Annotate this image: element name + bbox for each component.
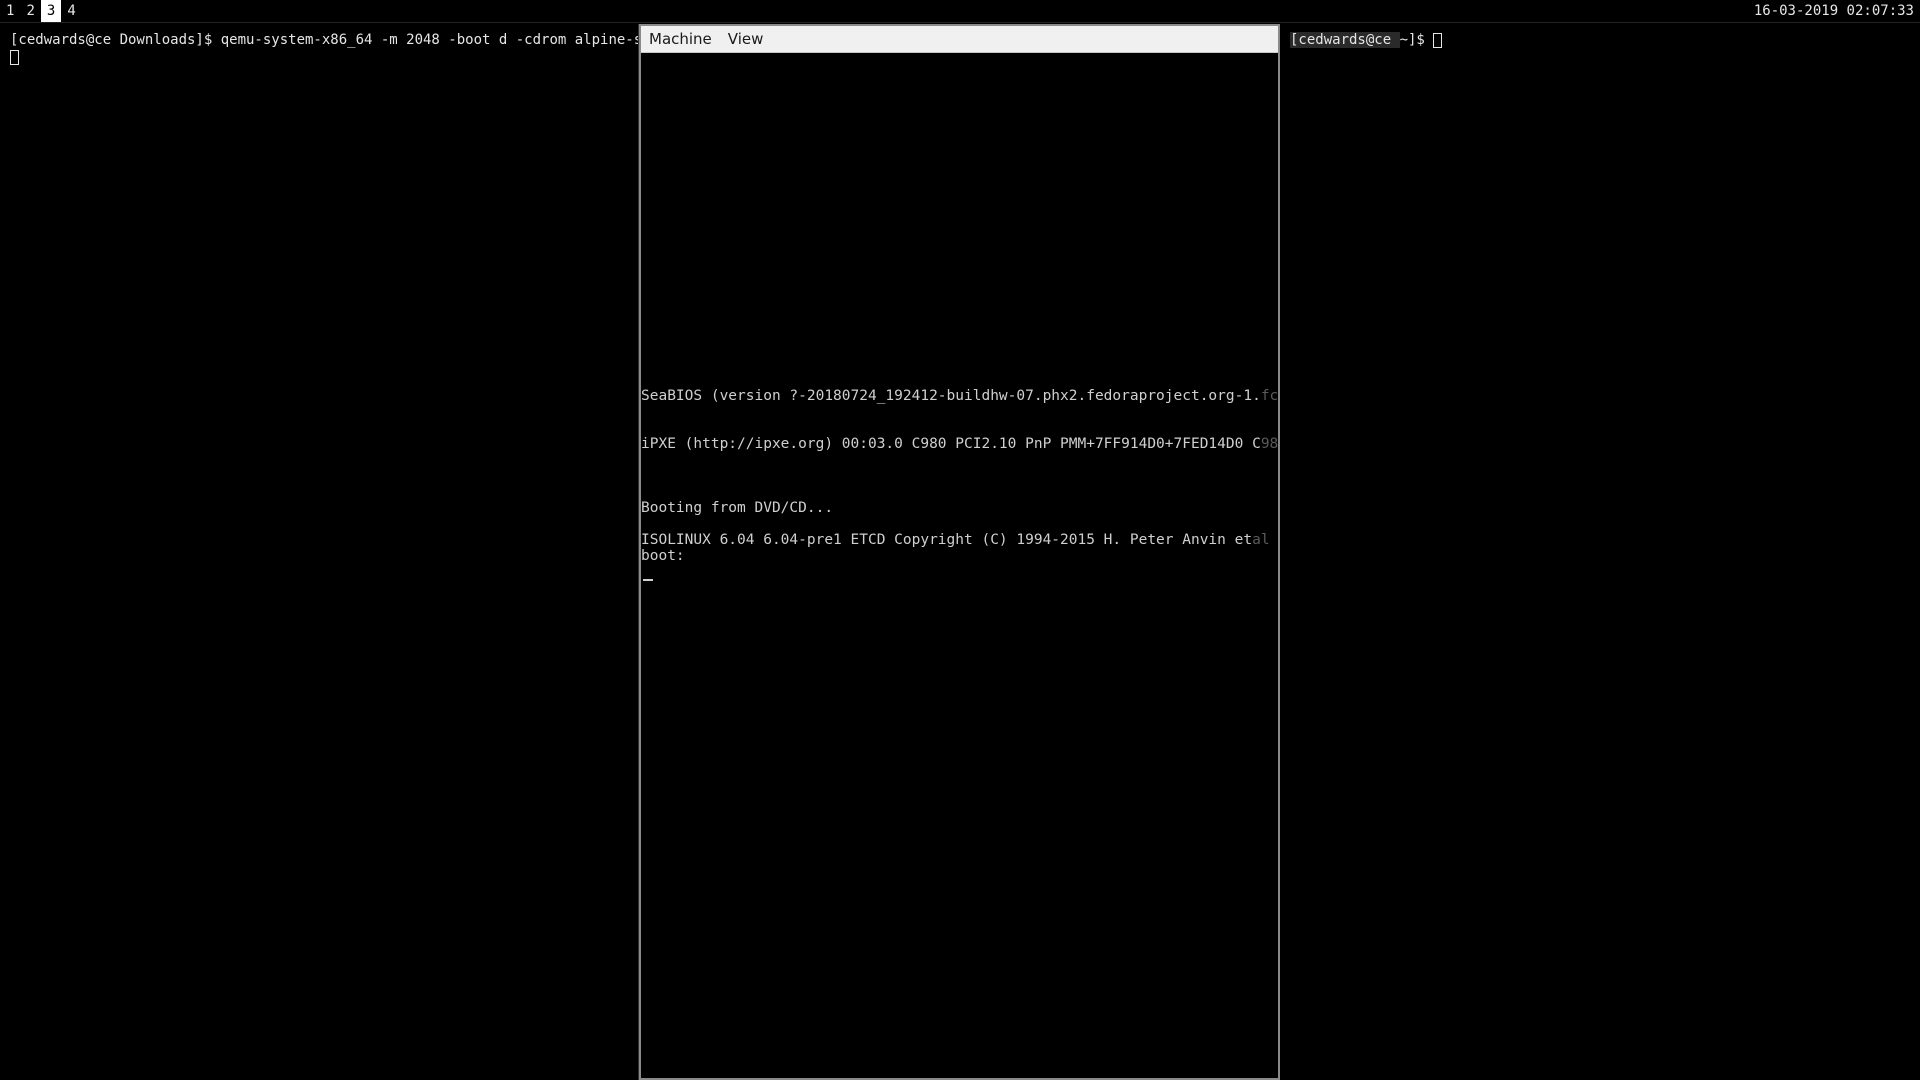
qemu-window[interactable]: Machine View SeaBIOS (version ?-20180724…	[639, 24, 1280, 1080]
seabios-overflow: fc29)	[1260, 388, 1279, 404]
status-bar: 1 2 3 4 16-03-2019 02:07:33	[0, 0, 1920, 23]
vm-cursor	[643, 579, 653, 581]
qemu-menubar: Machine View	[641, 26, 1278, 53]
ipxe-overflow: 980	[1260, 436, 1279, 452]
workspace-4[interactable]: 4	[61, 0, 81, 22]
terminal-command-line: [cedwards@ce Downloads]$ qemu-system-x86…	[10, 32, 638, 49]
menu-view[interactable]: View	[720, 30, 772, 48]
workspace-1[interactable]: 1	[0, 0, 20, 22]
workspace-2[interactable]: 2	[20, 0, 40, 22]
menu-machine[interactable]: Machine	[641, 30, 720, 48]
isolinux-overflow: al	[1252, 532, 1270, 548]
terminal-prompt-line: [cedwards@ce ~]$	[1290, 32, 1910, 49]
right-terminal[interactable]: [cedwards@ce ~]$	[1280, 24, 1920, 1080]
workspace-3[interactable]: 3	[40, 0, 62, 22]
left-terminal[interactable]: [cedwards@ce Downloads]$ qemu-system-x86…	[0, 24, 639, 1080]
isolinux-line: ISOLINUX 6.04 6.04-pre1 ETCD Copyright (…	[641, 532, 1270, 548]
workspace-list: 1 2 3 4	[0, 0, 82, 22]
shell-prompt-highlight: [cedwards@ce	[1290, 32, 1400, 48]
booting-line: Booting from DVD/CD...	[641, 500, 834, 516]
seabios-line: SeaBIOS (version ?-20180724_192412-build…	[641, 388, 1279, 404]
clock: 16-03-2019 02:07:33	[1753, 3, 1914, 19]
shell-command: qemu-system-x86_64 -m 2048 -boot d -cdro…	[220, 32, 639, 48]
vm-display[interactable]: SeaBIOS (version ?-20180724_192412-build…	[641, 53, 1278, 1078]
shell-prompt: [cedwards@ce Downloads]$	[10, 32, 221, 48]
terminal-cursor	[10, 49, 19, 65]
ipxe-line: iPXE (http://ipxe.org) 00:03.0 C980 PCI2…	[641, 436, 1279, 452]
terminal-cursor	[1433, 32, 1443, 48]
shell-prompt-rest: ~]$	[1399, 32, 1434, 48]
boot-prompt: boot:	[641, 548, 685, 564]
